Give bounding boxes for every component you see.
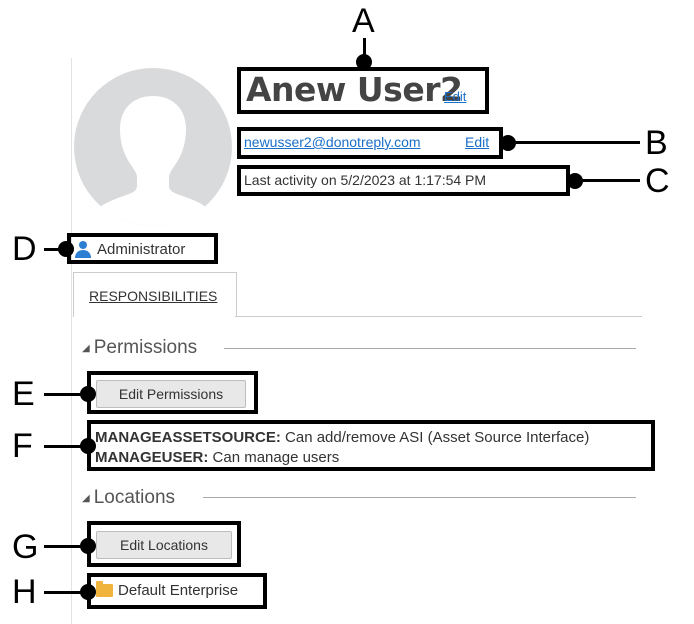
callout-box-g bbox=[87, 521, 241, 567]
user-silhouette-icon bbox=[86, 96, 220, 226]
callout-line-c bbox=[579, 179, 640, 182]
permissions-heading-label: Permissions bbox=[93, 337, 198, 358]
callout-box-f bbox=[87, 420, 655, 471]
callout-box-e bbox=[87, 371, 258, 414]
collapse-triangle-icon: ◢ bbox=[82, 342, 90, 354]
callout-letter-b: B bbox=[645, 124, 668, 162]
permissions-heading[interactable]: ◢ Permissions bbox=[82, 337, 197, 359]
tab-responsibilities[interactable]: RESPONSIBILITIES bbox=[73, 272, 237, 317]
tab-label: RESPONSIBILITIES bbox=[89, 288, 218, 304]
locations-heading[interactable]: ◢ Locations bbox=[82, 487, 175, 509]
collapse-triangle-icon: ◢ bbox=[82, 492, 90, 504]
callout-line-g bbox=[44, 545, 84, 548]
callout-letter-a: A bbox=[352, 2, 375, 40]
callout-box-h bbox=[87, 573, 267, 609]
callout-letter-h: H bbox=[12, 573, 37, 611]
avatar bbox=[74, 68, 232, 226]
callout-line-f bbox=[44, 445, 84, 448]
callout-letter-g: G bbox=[12, 528, 39, 566]
callout-letter-f: F bbox=[12, 427, 33, 465]
callout-box-a bbox=[237, 67, 489, 114]
callout-box-d bbox=[67, 233, 218, 264]
locations-rule bbox=[203, 497, 636, 498]
callout-line-h bbox=[44, 591, 84, 594]
callout-box-c bbox=[237, 165, 570, 196]
panel-left-border bbox=[71, 58, 72, 624]
callout-letter-e: E bbox=[12, 375, 35, 413]
callout-letter-c: C bbox=[645, 162, 670, 200]
callout-letter-d: D bbox=[12, 230, 37, 268]
callout-line-b bbox=[512, 141, 640, 144]
callout-line-e bbox=[44, 393, 84, 396]
locations-heading-label: Locations bbox=[93, 487, 176, 508]
tab-divider bbox=[235, 316, 642, 317]
callout-box-b bbox=[237, 127, 503, 159]
permissions-rule bbox=[224, 348, 636, 349]
